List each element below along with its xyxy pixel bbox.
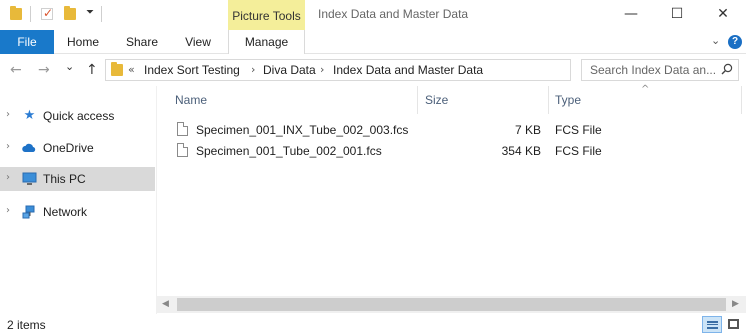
breadcrumb-separator-icon[interactable]: ›	[320, 63, 324, 76]
search-icon[interactable]	[721, 63, 733, 75]
maximize-button[interactable]: ☐	[654, 0, 700, 30]
search-input[interactable]: Search Index Data an...	[581, 59, 739, 81]
sidebar-item-label: OneDrive	[43, 141, 94, 155]
column-header-name[interactable]: Name	[175, 93, 207, 107]
scroll-left-icon[interactable]: ◀	[162, 299, 169, 309]
network-icon	[22, 205, 35, 219]
cloud-icon	[22, 143, 36, 152]
minimize-button[interactable]: —	[608, 0, 654, 30]
file-list: ^ Name Size Type Specimen_001_INX_Tube_0…	[157, 84, 746, 314]
title-bar: ⏷ Picture Tools Index Data and Master Da…	[0, 0, 746, 30]
up-button[interactable]: ↑	[86, 62, 98, 78]
sidebar-item-label: This PC	[43, 172, 86, 186]
sidebar-item-label: Network	[43, 205, 88, 219]
column-header-type[interactable]: Type	[555, 93, 581, 107]
large-icons-view-icon	[728, 319, 739, 329]
breadcrumb-item[interactable]: Diva Data	[263, 63, 316, 77]
tab-share[interactable]: Share	[114, 30, 170, 54]
expand-ribbon-icon[interactable]: ⌄	[711, 34, 720, 47]
scroll-right-icon[interactable]: ▶	[732, 299, 739, 309]
horizontal-scrollbar[interactable]: ◀ ▶	[157, 296, 746, 313]
breadcrumb-overflow[interactable]: «	[128, 63, 135, 76]
sidebar-item-quick-access[interactable]: › ★ Quick access	[0, 104, 155, 128]
window-title: Index Data and Master Data	[318, 7, 469, 21]
ribbon: File Home Share View Manage ⌄ ?	[0, 30, 746, 55]
file-type: FCS File	[555, 144, 602, 158]
toolbar-separator	[30, 6, 31, 22]
breadcrumb-item[interactable]: Index Data and Master Data	[333, 63, 483, 77]
file-size: 354 KB	[501, 144, 541, 158]
search-placeholder: Search Index Data an...	[590, 63, 717, 77]
scrollbar-thumb[interactable]	[177, 298, 726, 311]
chevron-right-icon[interactable]: ›	[6, 141, 10, 152]
details-view-icon	[707, 321, 718, 329]
sidebar-item-onedrive[interactable]: › OneDrive	[0, 136, 155, 160]
new-folder-icon[interactable]	[64, 6, 76, 20]
computer-icon	[22, 172, 37, 185]
recent-locations-button[interactable]: ⌄	[65, 60, 74, 73]
column-divider[interactable]	[741, 86, 742, 114]
tab-view[interactable]: View	[172, 30, 224, 54]
file-icon	[177, 122, 188, 136]
close-button[interactable]: ✕	[700, 0, 746, 30]
status-bar: 2 items	[0, 314, 746, 335]
back-button[interactable]: ←	[10, 62, 22, 78]
folder-icon	[111, 62, 123, 76]
sidebar-item-this-pc[interactable]: › This PC	[0, 167, 155, 191]
help-icon[interactable]: ?	[728, 35, 742, 49]
sidebar-item-label: Quick access	[43, 109, 115, 123]
breadcrumb-separator-icon[interactable]: ›	[251, 63, 255, 76]
table-row[interactable]: Specimen_001_INX_Tube_002_003.fcs 7 KB F…	[171, 119, 741, 141]
chevron-right-icon[interactable]: ›	[6, 109, 10, 120]
item-count: 2 items	[7, 318, 46, 332]
address-bar[interactable]: « Index Sort Testing › Diva Data › Index…	[105, 59, 670, 81]
forward-button[interactable]: →	[38, 62, 50, 78]
sort-up-icon: ^	[641, 84, 650, 95]
tab-file[interactable]: File	[0, 30, 54, 54]
chevron-right-icon[interactable]: ›	[6, 172, 10, 183]
tab-home[interactable]: Home	[56, 30, 110, 54]
details-view-button[interactable]	[702, 316, 722, 333]
tab-manage[interactable]: Manage	[228, 30, 305, 55]
column-divider[interactable]	[548, 86, 549, 114]
folder-icon	[10, 6, 22, 20]
file-type: FCS File	[555, 123, 602, 137]
file-icon	[177, 143, 188, 157]
file-name: Specimen_001_Tube_002_001.fcs	[196, 144, 382, 158]
file-name: Specimen_001_INX_Tube_002_003.fcs	[196, 123, 409, 137]
sidebar-item-network[interactable]: › Network	[0, 200, 155, 224]
navigation-bar: ← → ⌄ ↑ « Index Sort Testing › Diva Data…	[0, 54, 746, 86]
file-size: 7 KB	[514, 123, 541, 137]
properties-icon[interactable]	[41, 6, 53, 20]
column-header-size[interactable]: Size	[425, 93, 448, 107]
navigation-pane: › ★ Quick access › OneDrive › This PC › …	[0, 86, 156, 314]
star-icon: ★	[23, 108, 36, 123]
breadcrumb-item[interactable]: Index Sort Testing	[144, 63, 240, 77]
large-icons-view-button[interactable]	[724, 316, 744, 333]
chevron-right-icon[interactable]: ›	[6, 205, 10, 216]
context-tab-group: Picture Tools	[228, 0, 305, 30]
table-row[interactable]: Specimen_001_Tube_002_001.fcs 354 KB FCS…	[171, 140, 741, 162]
customize-toolbar-icon[interactable]: ⏷	[86, 7, 94, 18]
toolbar-separator	[101, 6, 102, 22]
column-divider[interactable]	[417, 86, 418, 114]
